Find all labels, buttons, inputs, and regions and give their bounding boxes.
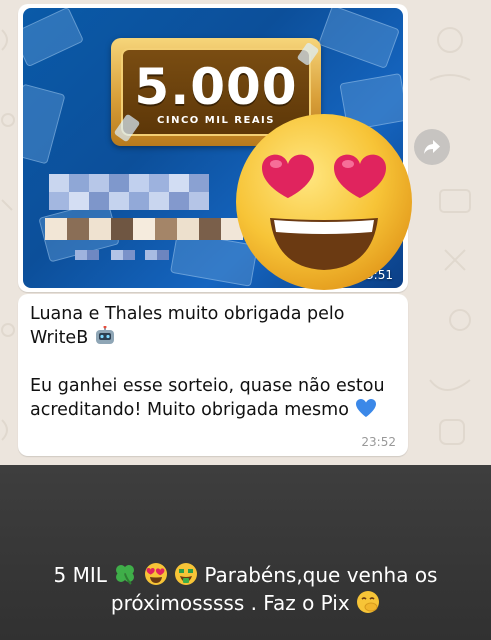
message-line: WriteB <box>30 326 394 350</box>
text-message-bubble[interactable]: Luana e Thales muito obrigada pelo Write… <box>18 294 408 456</box>
heart-eyes-emoji-sticker <box>236 114 412 290</box>
message-text: Luana e Thales muito obrigada pelo Write… <box>30 302 394 422</box>
message-line: Eu ganhei esse sorteio, quase não estou <box>30 374 394 398</box>
four-leaf-clover-icon <box>116 565 135 585</box>
message-line-text: Eu ganhei esse sorteio, quase não estou <box>30 376 385 396</box>
heart-eyes-icon <box>144 563 167 585</box>
hand-over-mouth-emoji-icon <box>357 591 380 613</box>
forward-button[interactable] <box>414 129 450 165</box>
message-line: Luana e Thales muito obrigada pelo <box>30 302 394 326</box>
story-caption: 5 MIL Parabéns,que venha os próximosssss… <box>0 561 491 617</box>
prize-amount: 5.000 <box>134 58 298 116</box>
caption-line-1: 5 MIL Parabéns,que venha os <box>0 561 491 589</box>
caption-line-2: próximosssss . Faz o Pix <box>0 589 491 617</box>
caption-text: próximosssss . Faz o Pix <box>110 591 350 615</box>
message-line: acreditando! Muito obrigada mesmo <box>30 398 394 422</box>
story-caption-area: 5 MIL Parabéns,que venha os próximosssss… <box>0 465 491 640</box>
robot-emoji <box>95 326 114 344</box>
banknote-graphic <box>317 8 401 70</box>
chat-area: 5.000 CINCO MIL REAIS 23:51 Luana e Thal… <box>0 0 491 465</box>
caption-text: 5 MIL <box>53 563 107 587</box>
banknote-graphic <box>23 83 66 165</box>
money-mouth-face-icon <box>174 563 197 585</box>
banknote-graphic <box>23 8 85 68</box>
caption-text: Parabéns,que venha os <box>204 563 438 587</box>
message-line-text: Luana e Thales muito obrigada pelo <box>30 304 345 324</box>
message-line-text: acreditando! Muito obrigada mesmo <box>30 400 349 420</box>
message-timestamp: 23:52 <box>361 435 396 449</box>
blue-heart-emoji <box>355 399 376 417</box>
forward-arrow-icon <box>424 140 440 154</box>
message-line-text: WriteB <box>30 328 89 348</box>
